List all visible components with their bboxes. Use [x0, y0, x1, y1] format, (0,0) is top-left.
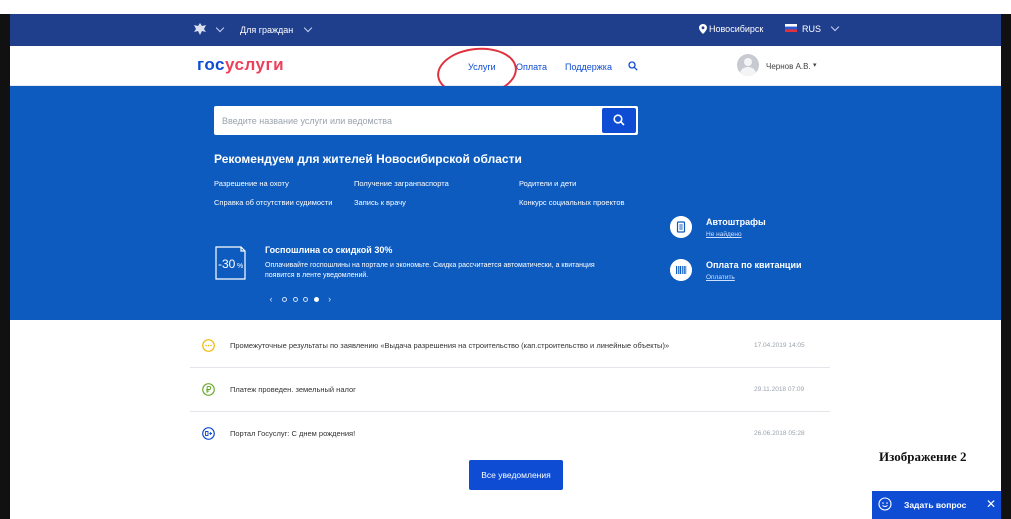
recommend-link-doctor[interactable]: Запись к врачу	[354, 198, 406, 207]
in-progress-icon	[202, 339, 215, 352]
carousel-pager: ‹ ›	[264, 294, 337, 304]
nav-services[interactable]: Услуги	[468, 62, 496, 72]
search-box	[214, 106, 638, 135]
search-icon[interactable]	[628, 61, 638, 71]
city-selector[interactable]: Новосибирск	[709, 24, 763, 34]
user-menu-caret[interactable]: ▾	[813, 61, 817, 69]
russia-flag-icon	[785, 24, 797, 32]
avatar-body	[740, 67, 756, 76]
avatar-head	[744, 58, 752, 66]
hero-section: Рекомендуем для жителей Новосибирской об…	[10, 86, 1001, 320]
close-icon[interactable]: ✕	[986, 497, 996, 511]
all-notifications-button[interactable]: Все уведомления	[469, 460, 563, 490]
carousel-next[interactable]: ›	[323, 294, 337, 304]
widget-pay-receipt-link[interactable]: Оплатить	[706, 274, 735, 281]
widget-car-fines-title[interactable]: Автоштрафы	[706, 217, 766, 227]
image-caption: Изображение 2	[879, 449, 967, 464]
ruble-icon	[202, 383, 215, 396]
notification-date: 17.04.2019 14:05	[754, 342, 805, 349]
carousel-dot[interactable]	[282, 297, 288, 303]
notification-date: 29.11.2018 07:09	[754, 386, 805, 393]
notification-text: Портал Госуслуг: С днем рождения!	[230, 429, 356, 438]
chat-bot-icon	[878, 497, 892, 511]
search-button[interactable]	[602, 108, 636, 133]
fine-receipt-icon	[670, 216, 692, 238]
frame-right-border	[1001, 14, 1011, 519]
promo-title[interactable]: Госпошлина со скидкой 30%	[265, 245, 392, 255]
chevron-down-icon[interactable]	[303, 23, 313, 33]
nav-support[interactable]: Поддержка	[565, 62, 612, 72]
promo-badge-unit: %	[237, 263, 243, 270]
notification-date: 26.06.2018 05:28	[754, 430, 805, 437]
discount-receipt-icon: -30 %	[215, 246, 246, 280]
location-pin-icon	[699, 24, 707, 34]
chevron-down-icon[interactable]	[830, 22, 840, 32]
language-selector[interactable]: RUS	[802, 24, 821, 34]
avatar[interactable]	[737, 54, 759, 76]
search-icon	[613, 114, 625, 126]
notification-text: Промежуточные результаты по заявлению «В…	[230, 341, 670, 350]
logo-part-uslugi: услуги	[224, 55, 285, 74]
carousel-dot[interactable]	[292, 297, 298, 303]
ask-question-label: Задать вопрос	[904, 500, 967, 510]
frame-top-margin	[0, 0, 1011, 14]
emblem-icon[interactable]	[193, 23, 207, 35]
widget-car-fines-link[interactable]: Не найдено	[706, 231, 742, 238]
notification-row[interactable]: Промежуточные результаты по заявлению «В…	[190, 324, 830, 368]
widget-pay-receipt-title[interactable]: Оплата по квитанции	[706, 260, 802, 270]
promo-badge: -30	[218, 257, 236, 271]
frame-left-border	[0, 14, 10, 519]
chevron-down-icon[interactable]	[215, 23, 225, 33]
carousel-prev[interactable]: ‹	[264, 294, 278, 304]
recommend-link-social-projects[interactable]: Конкурс социальных проектов	[519, 198, 624, 207]
top-bar: Для граждан Новосибирск RUS	[10, 14, 1001, 46]
promo-text: Оплачивайте госпошлины на портале и экон…	[265, 262, 595, 279]
gosuslugi-logo[interactable]: госуслуги	[197, 55, 284, 75]
user-name[interactable]: Чернов А.В.	[766, 62, 811, 71]
recommend-link-parents[interactable]: Родители и дети	[519, 179, 576, 188]
recommend-link-passport[interactable]: Получение загранпаспорта	[354, 179, 449, 188]
notification-row[interactable]: Портал Госуслуг: С днем рождения! 26.06.…	[190, 412, 830, 456]
recommend-title: Рекомендуем для жителей Новосибирской об…	[214, 152, 522, 166]
recommend-link-criminal-record[interactable]: Справка об отсутствии судимости	[214, 198, 332, 207]
notification-text: Платеж проведен. земельный налог	[230, 385, 356, 394]
gosuslugi-page: Для граждан Новосибирск RUS госуслуги Ус…	[10, 14, 1001, 519]
recommend-link-hunting[interactable]: Разрешение на охоту	[214, 179, 289, 188]
screenshot-frame: Для граждан Новосибирск RUS госуслуги Ус…	[0, 0, 1011, 519]
logo-part-gos: гос	[197, 55, 225, 74]
birthday-icon	[202, 427, 215, 440]
audience-selector[interactable]: Для граждан	[240, 25, 293, 35]
barcode-icon	[670, 259, 692, 281]
search-input[interactable]	[214, 106, 599, 135]
nav-payment[interactable]: Оплата	[516, 62, 547, 72]
ask-question-widget[interactable]: Задать вопрос ✕	[872, 491, 1001, 519]
notification-row[interactable]: Платеж проведен. земельный налог 29.11.2…	[190, 368, 830, 412]
carousel-dot[interactable]	[303, 297, 309, 303]
main-nav: госуслуги Услуги Оплата Поддержка Чернов…	[10, 43, 1001, 101]
carousel-dot-active[interactable]	[313, 297, 319, 303]
